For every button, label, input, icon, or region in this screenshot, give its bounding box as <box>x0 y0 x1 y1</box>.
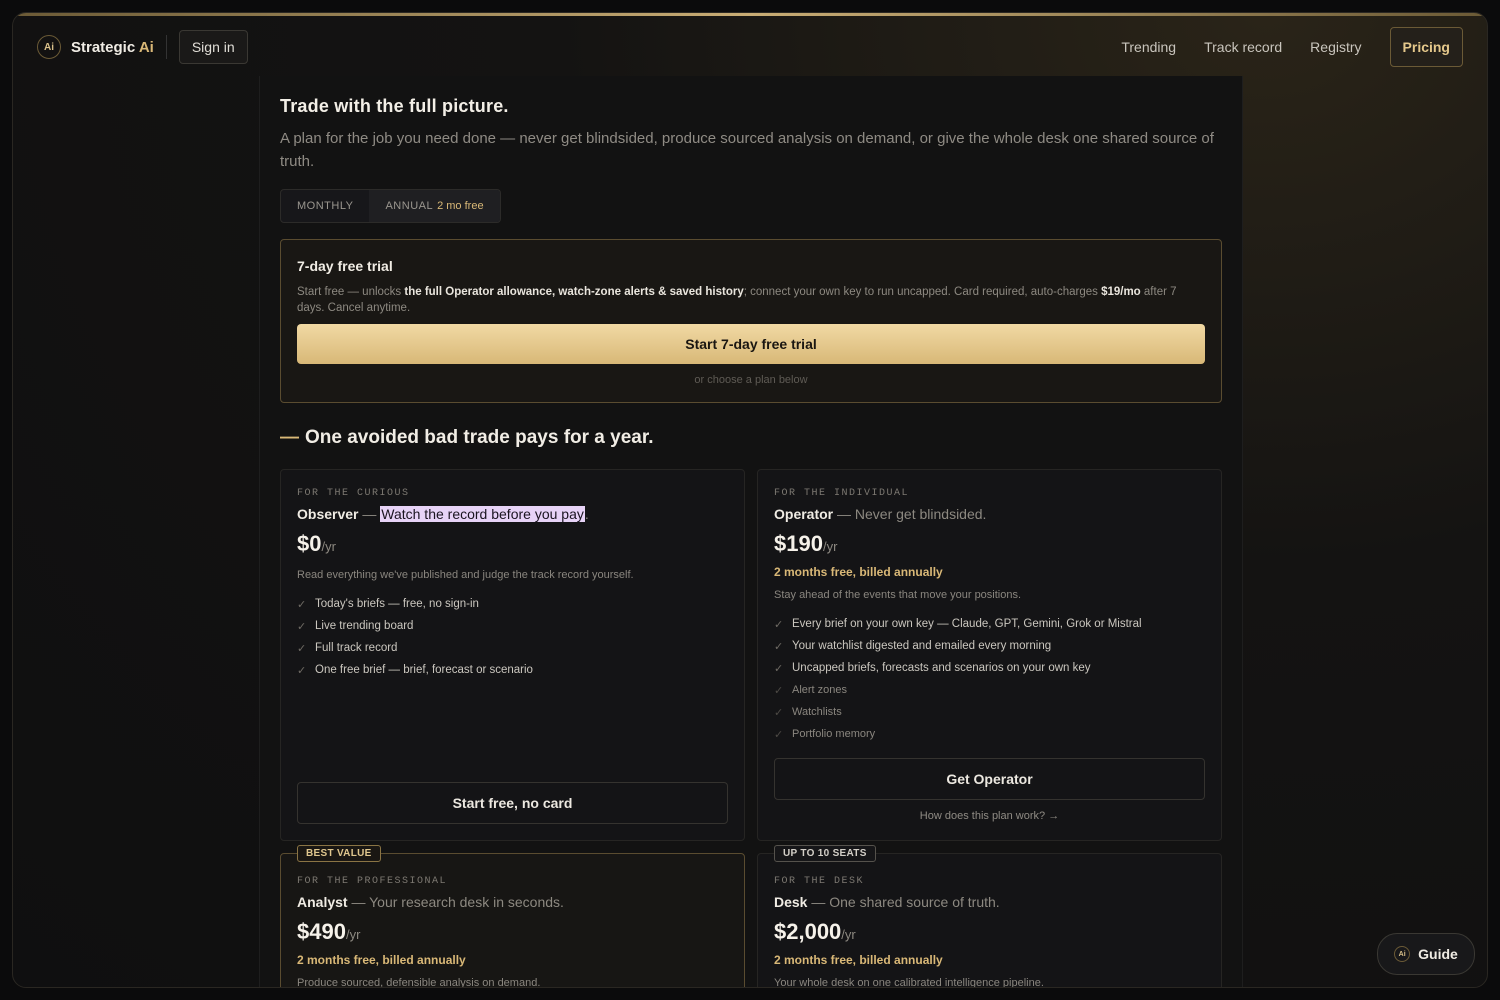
check-icon: ✓ <box>297 598 307 611</box>
seats-badge: UP TO 10 SEATS <box>774 845 876 862</box>
feature-item: ✓ Portfolio memory <box>774 728 876 741</box>
check-icon: ✓ <box>297 642 307 655</box>
trial-description: Start free — unlocks the full Operator a… <box>297 286 1177 314</box>
brand-name: Strategic Ai <box>71 38 154 56</box>
nav-link-pricing[interactable]: Pricing <box>1389 27 1463 67</box>
plan-billing-note: 2 months free, billed annually <box>774 953 943 967</box>
page-subtitle: A plan for the job you need done — never… <box>280 130 1214 170</box>
nav-link-track-record[interactable]: Track record <box>1204 39 1282 55</box>
top-nav: Ai Strategic Ai Sign in Trending Track r… <box>13 16 1487 78</box>
plan-eyebrow: FOR THE PROFESSIONAL <box>297 876 448 887</box>
guide-button[interactable]: Ai Guide <box>1377 933 1475 975</box>
start-trial-button[interactable]: Start 7-day free trial <box>297 324 1205 364</box>
nav-link-registry[interactable]: Registry <box>1310 39 1361 55</box>
plan-eyebrow: FOR THE CURIOUS <box>297 488 410 499</box>
brand-logo-icon: Ai <box>1394 946 1411 962</box>
billing-toggle: MONTHLY ANNUAL 2 mo free <box>280 189 501 223</box>
best-value-badge: BEST VALUE <box>297 845 381 862</box>
pricing-panel: Trade with the full picture. A plan for … <box>259 76 1243 988</box>
brand[interactable]: Ai Strategic Ai <box>37 35 154 59</box>
feature-item: ✓ Live trending board <box>297 620 414 633</box>
plans-grid: FOR THE CURIOUS Observer — Watch the rec… <box>280 469 1222 988</box>
nav-divider <box>165 35 167 59</box>
check-icon: ✓ <box>297 664 307 677</box>
check-icon: ✓ <box>297 620 307 633</box>
plan-price: $0/yr <box>297 531 336 556</box>
nav-links: Trending Track record Registry Pricing <box>1121 27 1463 67</box>
check-icon: ✓ <box>774 618 784 631</box>
plan-features: ✓ Today's briefs — free, no sign-in ✓ Live… <box>297 593 728 681</box>
plan-billing-note: 2 months free, billed annually <box>297 953 466 967</box>
feature-item: ✓ Uncapped briefs, forecasts and scenario… <box>774 662 1091 675</box>
feature-item: ✓ One free brief — brief, forecast or sce… <box>297 664 533 677</box>
plan-description: Stay ahead of the events that move your … <box>774 589 1022 601</box>
selected-text-highlight: Watch the record before you pay <box>380 506 585 522</box>
check-icon: ✓ <box>774 662 784 675</box>
trial-or-text: or choose a plan below <box>694 374 808 386</box>
billing-monthly-tab[interactable]: MONTHLY <box>281 190 369 222</box>
check-icon: ✓ <box>774 706 784 719</box>
how-plan-works-link[interactable]: How does this plan work? → <box>758 810 1221 822</box>
page-title: Trade with the full picture. <box>280 96 509 116</box>
plan-eyebrow: FOR THE DESK <box>774 876 865 887</box>
feature-item: ✓ Alert zones <box>774 684 848 697</box>
section-heading: — One avoided bad trade pays for a year. <box>280 427 654 448</box>
plan-card-observer: FOR THE CURIOUS Observer — Watch the rec… <box>280 469 745 841</box>
plan-card-desk: UP TO 10 SEATS FOR THE DESK Desk — One s… <box>757 845 1222 988</box>
plan-name: Operator — Never get blindsided. <box>774 506 987 522</box>
plan-card-analyst: BEST VALUE FOR THE PROFESSIONAL Analyst … <box>280 845 745 988</box>
feature-item: ✓ Full track record <box>297 642 398 655</box>
plan-price: $2,000/yr <box>774 919 856 944</box>
plan-name: Analyst — Your research desk in seconds. <box>297 894 564 910</box>
get-operator-button[interactable]: Get Operator <box>774 758 1205 800</box>
app-frame: Ai Strategic Ai Sign in Trending Track r… <box>12 12 1488 988</box>
plan-billing-note: 2 months free, billed annually <box>774 565 943 579</box>
feature-item: ✓ Your watchlist digested and emailed eve… <box>774 640 1052 653</box>
plan-price: $490/yr <box>297 919 361 944</box>
nav-link-trending[interactable]: Trending <box>1121 39 1176 55</box>
plan-name: Observer — Watch the record before you p… <box>297 506 589 522</box>
annual-discount-note: 2 mo free <box>437 200 484 212</box>
start-free-button[interactable]: Start free, no card <box>297 782 728 824</box>
check-icon: ✓ <box>774 640 784 653</box>
check-icon: ✓ <box>774 684 784 697</box>
plan-eyebrow: FOR THE INDIVIDUAL <box>774 488 910 499</box>
plan-description: Produce sourced, defensible analysis on … <box>297 977 541 988</box>
plan-price: $190/yr <box>774 531 838 556</box>
free-trial-box: 7-day free trial Start free — unlocks th… <box>280 239 1222 403</box>
plan-name: Desk — One shared source of truth. <box>774 894 1000 910</box>
billing-annual-tab[interactable]: ANNUAL 2 mo free <box>369 190 500 222</box>
sign-in-button[interactable]: Sign in <box>178 30 248 64</box>
brand-logo-icon: Ai <box>37 35 61 59</box>
plan-card-operator: FOR THE INDIVIDUAL Operator — Never get … <box>757 469 1222 841</box>
feature-item: ✓ Today's briefs — free, no sign-in <box>297 598 479 611</box>
feature-item: ✓ Watchlists <box>774 706 842 719</box>
plan-description: Your whole desk on one calibrated intell… <box>774 977 1044 988</box>
feature-item: ✓ Every brief on your own key — Claude, G… <box>774 618 1142 631</box>
plan-features: ✓ Every brief on your own key — Claude, G… <box>774 613 1205 745</box>
plan-description: Read everything we've published and judg… <box>297 569 634 581</box>
check-icon: ✓ <box>774 728 784 741</box>
trial-title: 7-day free trial <box>297 258 393 274</box>
